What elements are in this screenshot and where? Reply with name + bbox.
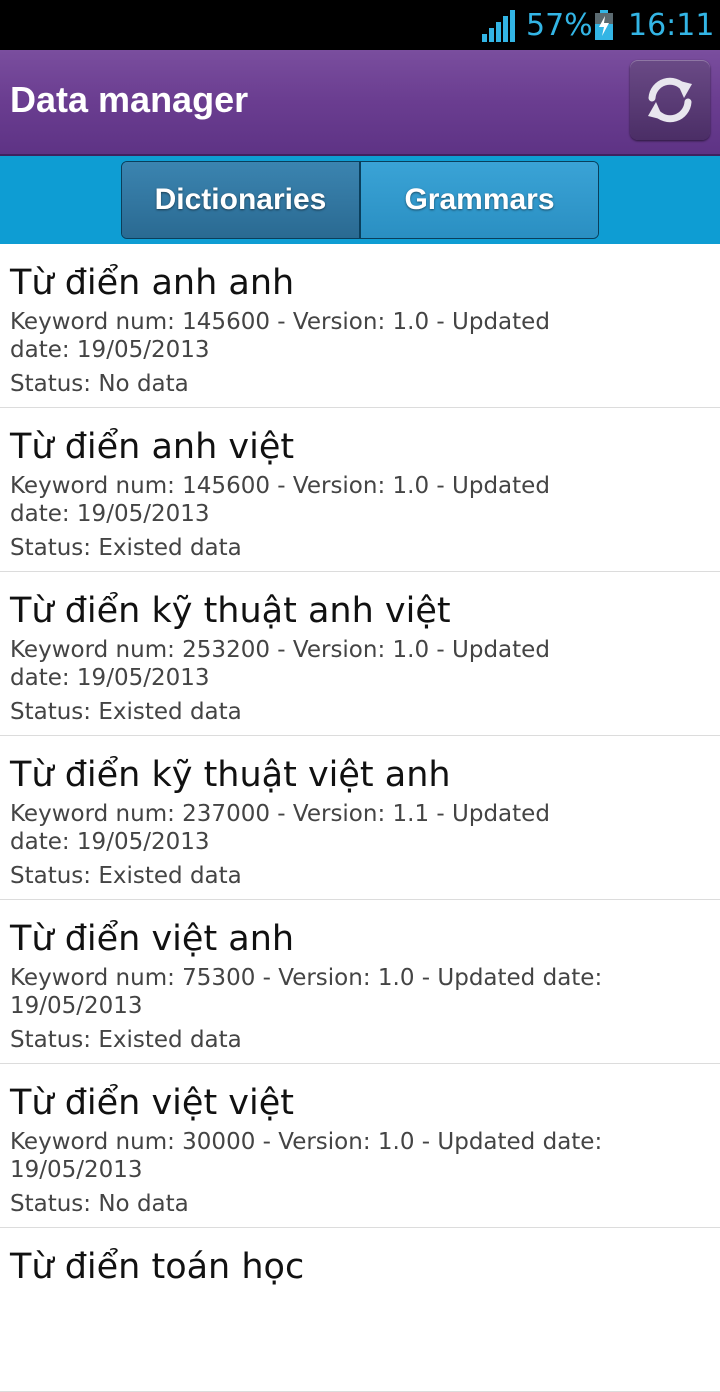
clock: 16:11 (628, 8, 715, 43)
item-title: Từ điển việt việt (10, 1083, 294, 1123)
list-item[interactable]: Từ điển anh anh Keyword num: 145600 - Ve… (0, 244, 720, 408)
app-bar: Data manager (0, 50, 720, 156)
item-status: Status: Existed data (10, 1027, 242, 1053)
item-title: Từ điển kỹ thuật việt anh (10, 755, 451, 795)
item-status: Status: Existed data (10, 699, 242, 725)
item-title: Từ điển kỹ thuật anh việt (10, 591, 451, 631)
refresh-icon (648, 77, 692, 123)
tab-grammars[interactable]: Grammars (361, 162, 598, 238)
item-info: Keyword num: 145600 - Version: 1.0 - Upd… (10, 473, 550, 527)
item-title: Từ điển việt anh (10, 919, 295, 959)
battery-percent: 57% (526, 8, 593, 43)
list-item[interactable]: Từ điển việt việt Keyword num: 30000 - V… (0, 1064, 720, 1228)
item-info: Keyword num: 237000 - Version: 1.1 - Upd… (10, 801, 550, 855)
item-title: Từ điển toán học (10, 1247, 305, 1287)
item-info: Keyword num: 75300 - Version: 1.0 - Upda… (10, 965, 603, 1019)
list-item[interactable]: Từ điển anh việt Keyword num: 145600 - V… (0, 408, 720, 572)
list-item[interactable]: Từ điển kỹ thuật việt anh Keyword num: 2… (0, 736, 720, 900)
status-bar: 57% 16:11 (0, 0, 720, 50)
item-status: Status: Existed data (10, 535, 242, 561)
dictionary-list: Từ điển anh anh Keyword num: 145600 - Ve… (0, 244, 720, 1392)
item-title: Từ điển anh anh (10, 263, 295, 303)
list-item[interactable]: Từ điển việt anh Keyword num: 75300 - Ve… (0, 900, 720, 1064)
item-status: Status: No data (10, 1191, 189, 1217)
signal-icon (482, 10, 516, 42)
page-title: Data manager (10, 79, 249, 120)
tab-group: Dictionaries Grammars (121, 161, 599, 239)
item-info: Keyword num: 253200 - Version: 1.0 - Upd… (10, 637, 550, 691)
item-status: Status: Existed data (10, 863, 242, 889)
list-item[interactable]: Từ điển kỹ thuật anh việt Keyword num: 2… (0, 572, 720, 736)
item-title: Từ điển anh việt (10, 427, 295, 467)
tab-bar: Dictionaries Grammars (0, 156, 720, 244)
item-info: Keyword num: 30000 - Version: 1.0 - Upda… (10, 1129, 603, 1183)
item-status: Status: No data (10, 371, 189, 397)
tab-dictionaries[interactable]: Dictionaries (122, 162, 361, 238)
battery-charging-icon (594, 10, 614, 40)
refresh-button[interactable] (630, 60, 710, 140)
item-info: Keyword num: 145600 - Version: 1.0 - Upd… (10, 309, 550, 363)
list-item[interactable]: Từ điển toán học (0, 1228, 720, 1392)
